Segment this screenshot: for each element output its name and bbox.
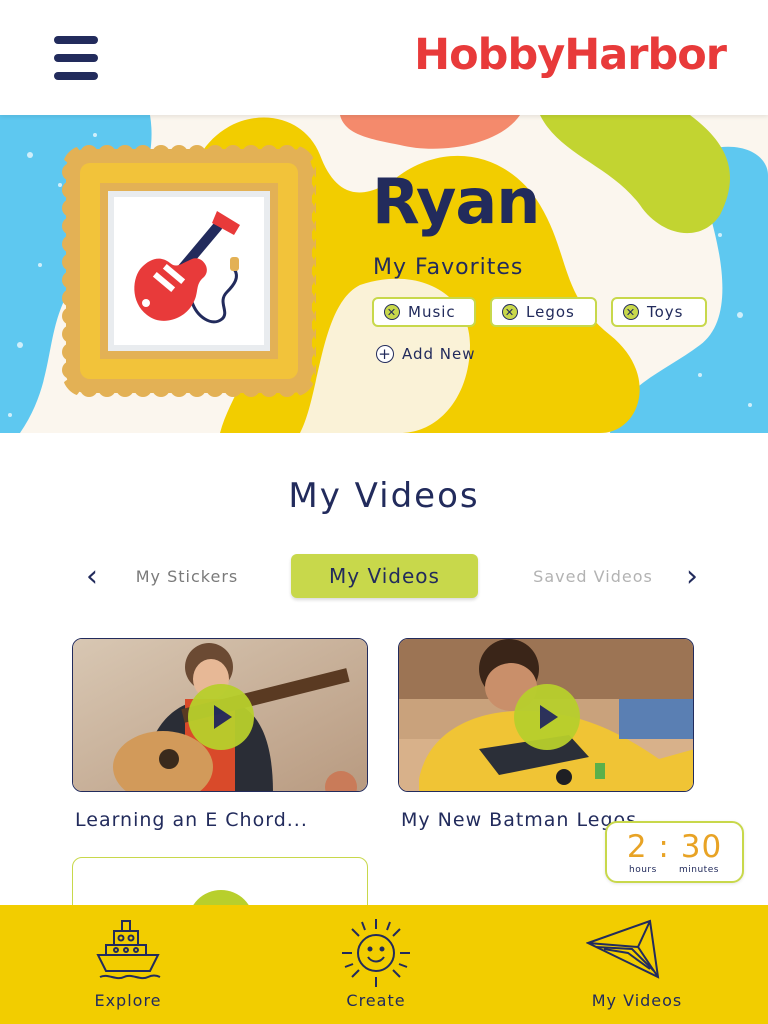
play-button[interactable] xyxy=(188,684,254,750)
favorite-chip-music[interactable]: ✕ Music xyxy=(372,297,476,327)
remove-icon[interactable]: ✕ xyxy=(502,304,518,320)
profile-name: Ryan xyxy=(372,165,540,238)
favorite-chip-legos[interactable]: ✕ Legos xyxy=(490,297,597,327)
video-thumbnail-guitar[interactable] xyxy=(72,638,368,792)
section-title: My Videos xyxy=(288,476,480,516)
nav-explore[interactable]: Explore xyxy=(68,905,188,1024)
nav-label: Explore xyxy=(94,991,162,1010)
app-logo[interactable]: HobbyHarbor xyxy=(414,30,727,80)
timer-minutes-label: minutes xyxy=(679,865,719,875)
plus-icon: + xyxy=(376,345,394,363)
video-thumbnail-legos[interactable] xyxy=(398,638,694,792)
tab-my-videos[interactable]: My Videos xyxy=(291,554,478,598)
content-tabs: ‹ My Stickers My Videos Saved Videos › xyxy=(0,554,768,598)
boat-icon xyxy=(96,920,161,980)
chevron-right-icon[interactable]: › xyxy=(686,562,698,592)
chevron-left-icon[interactable]: ‹ xyxy=(86,562,98,592)
add-new-label: Add New xyxy=(402,345,476,363)
paper-plane-icon xyxy=(586,919,660,979)
remove-icon[interactable]: ✕ xyxy=(384,304,400,320)
add-favorite-button[interactable]: + Add New xyxy=(376,345,476,363)
timer-digits: 2 : 30 xyxy=(607,829,742,865)
remove-icon[interactable]: ✕ xyxy=(623,304,639,320)
favorites-title: My Favorites xyxy=(373,255,524,280)
timer-separator: : xyxy=(658,829,670,865)
favorite-chip-toys[interactable]: ✕ Toys xyxy=(611,297,707,327)
nav-label: Create xyxy=(346,991,406,1010)
sun-icon xyxy=(342,919,410,987)
chip-label: Toys xyxy=(647,303,684,321)
nav-create[interactable]: Create xyxy=(318,905,434,1024)
electric-guitar-icon xyxy=(134,211,240,324)
play-button[interactable] xyxy=(514,684,580,750)
chip-label: Legos xyxy=(526,303,575,321)
timer-minutes: 30 xyxy=(680,829,723,865)
timer-hours-label: hours xyxy=(629,865,657,875)
profile-banner: Ryan My Favorites ✕ Music ✕ Legos ✕ Toys… xyxy=(0,115,768,433)
app-header: HobbyHarbor xyxy=(0,0,768,115)
timer-hours: 2 xyxy=(626,829,648,865)
video-title[interactable]: Learning an E Chord... xyxy=(75,809,365,831)
tab-my-stickers[interactable]: My Stickers xyxy=(124,554,250,598)
chip-label: Music xyxy=(408,303,456,321)
hamburger-menu-icon[interactable] xyxy=(54,34,100,82)
nav-label: My Videos xyxy=(591,991,683,1010)
screen-time-timer[interactable]: 2 : 30 hours minutes xyxy=(605,821,744,883)
tab-saved-videos[interactable]: Saved Videos xyxy=(520,554,666,598)
nav-my-videos[interactable]: My Videos xyxy=(576,905,698,1024)
bottom-navigation: Explore Create My Videos xyxy=(0,905,768,1024)
